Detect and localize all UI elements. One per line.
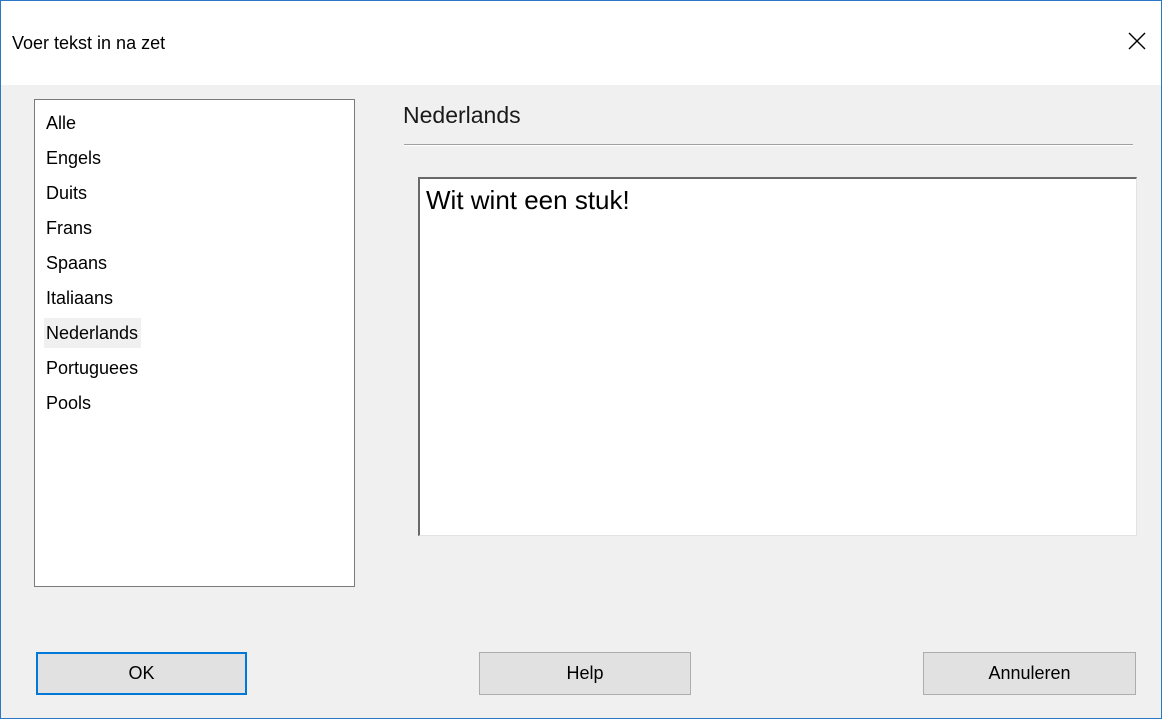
heading-divider <box>404 144 1133 146</box>
language-item-label: Portuguees <box>46 358 139 378</box>
window-title: Voer tekst in na zet <box>12 33 166 53</box>
title-bar: Voer tekst in na zet <box>1 1 1161 85</box>
language-item-spaans[interactable]: Spaans <box>35 246 354 281</box>
language-item-engels[interactable]: Engels <box>35 141 354 176</box>
language-list: Alle Engels Duits Frans Spaans Italiaans… <box>35 100 354 421</box>
language-item-nederlands[interactable]: Nederlands <box>35 316 354 351</box>
language-item-italiaans[interactable]: Italiaans <box>35 281 354 316</box>
language-item-label: Pools <box>46 393 92 413</box>
close-icon <box>1128 32 1146 50</box>
language-item-frans[interactable]: Frans <box>35 211 354 246</box>
language-item-label: Nederlands <box>44 318 142 348</box>
help-button[interactable]: Help <box>479 652 691 695</box>
dialog-window: Voer tekst in na zet Alle Engels Duits F… <box>0 0 1162 719</box>
language-item-label: Italiaans <box>46 288 114 308</box>
language-item-alle[interactable]: Alle <box>35 106 354 141</box>
language-listbox[interactable]: Alle Engels Duits Frans Spaans Italiaans… <box>34 99 355 587</box>
cancel-button[interactable]: Annuleren <box>923 652 1136 695</box>
language-heading: Nederlands <box>403 102 521 128</box>
ok-button[interactable]: OK <box>36 652 247 695</box>
language-item-pools[interactable]: Pools <box>35 386 354 421</box>
language-item-label: Duits <box>46 183 88 203</box>
language-item-portuguees[interactable]: Portuguees <box>35 351 354 386</box>
language-item-label: Engels <box>46 148 102 168</box>
language-item-label: Spaans <box>46 253 108 273</box>
close-button[interactable] <box>1119 21 1155 61</box>
comment-text-field[interactable]: Wit wint een stuk! <box>418 177 1137 536</box>
language-item-label: Frans <box>46 218 93 238</box>
language-item-duits[interactable]: Duits <box>35 176 354 211</box>
language-item-label: Alle <box>46 113 77 133</box>
